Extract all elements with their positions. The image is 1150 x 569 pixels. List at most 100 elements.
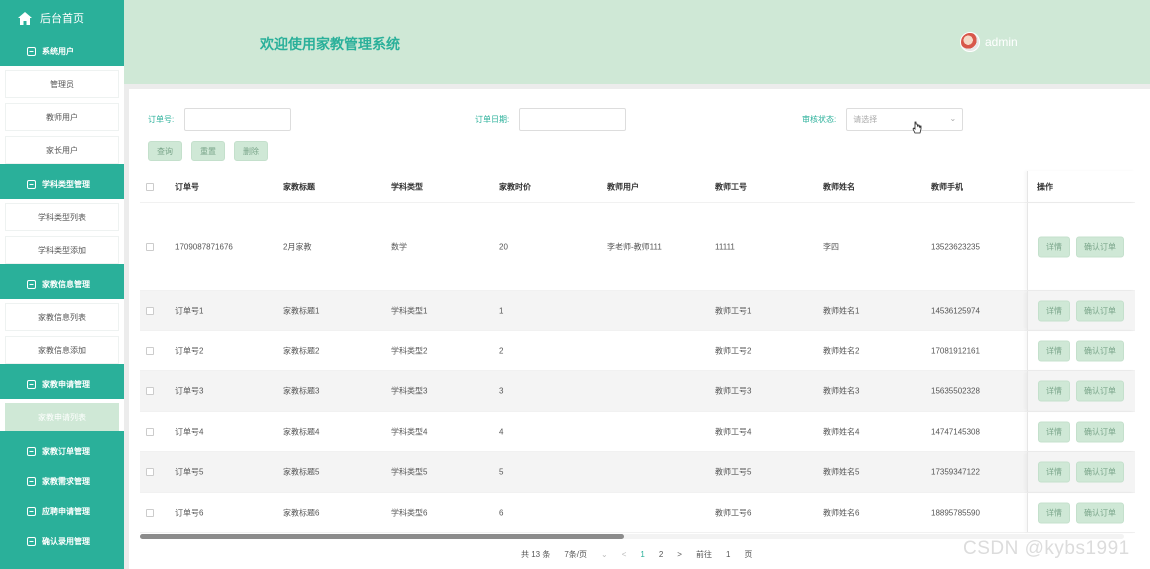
pager-total: 共 13 条	[521, 550, 551, 559]
sidebar-group-label: 系统用户	[42, 46, 74, 56]
prev-page-icon[interactable]: <	[622, 550, 627, 559]
table-cell: 订单号1	[175, 306, 204, 315]
table-cell: 17081912161	[931, 346, 980, 355]
table-row: 订单号5 家教标题5 学科类型5 5 教师工号5 教师姓名5 17359347122 详情 确认…	[140, 452, 1135, 493]
query-button[interactable]: 查询	[148, 141, 182, 161]
order-date-label: 订单日期:	[475, 114, 510, 124]
top-header: 欢迎使用家教管理系统 admin	[124, 0, 1150, 84]
detail-button[interactable]: 详情	[1038, 421, 1070, 442]
detail-button[interactable]: 详情	[1038, 236, 1070, 257]
goto-suffix: 页	[744, 550, 753, 559]
column-header: 教师用户	[607, 182, 639, 191]
column-header: 教师工号	[715, 182, 747, 191]
confirm-order-button[interactable]: 确认订单	[1076, 502, 1124, 523]
table-cell: 订单号5	[175, 467, 204, 477]
orders-table: 订单号 家教标题 学科类型 家教时价 教师用户 教师工号 教师姓名 教师手机 操作 1709087…	[140, 171, 1135, 533]
sidebar-group-1[interactable]: 学科类型管理	[0, 169, 124, 199]
chevron-down-icon: ⌄	[601, 550, 608, 559]
table-cell: 家教标题1	[283, 306, 320, 315]
detail-button[interactable]: 详情	[1038, 340, 1070, 361]
reset-button[interactable]: 重置	[191, 141, 225, 161]
table-cell: 数学	[391, 242, 407, 251]
table-row: 订单号4 家教标题4 学科类型4 4 教师工号4 教师姓名4 14747145308 详情 确认…	[140, 412, 1135, 452]
table-cell: 教师姓名6	[823, 508, 860, 517]
confirm-order-button[interactable]: 确认订单	[1076, 236, 1124, 257]
row-checkbox[interactable]	[146, 306, 154, 315]
page-size-select[interactable]: 7条/页 ⌄	[564, 549, 607, 560]
table-row: 订单号1 家教标题1 学科类型1 1 教师工号1 教师姓名1 14536125974 详情 确认…	[140, 291, 1135, 331]
sidebar-group-3[interactable]: 家教申请管理	[0, 369, 124, 399]
row-actions: 详情 确认订单	[1038, 461, 1130, 483]
table-cell: 5	[499, 467, 504, 477]
order-no-input[interactable]	[184, 107, 292, 131]
sidebar-item[interactable]: 家教信息添加	[5, 336, 119, 364]
status-placeholder: 请选择	[853, 114, 878, 124]
detail-button[interactable]: 详情	[1038, 380, 1070, 402]
sidebar-submenu: 学科类型列表 学科类型添加	[0, 199, 124, 264]
sidebar-menu: 系统用户 管理员 教师用户 家长用户 学科类型管理 学科类型列表 学科类型添加 家教信息管理家…	[0, 36, 124, 556]
edit-icon	[26, 379, 36, 389]
confirm-order-button[interactable]: 确认订单	[1076, 461, 1124, 483]
status-select[interactable]: 请选择 ⌄	[846, 107, 964, 131]
confirm-order-button[interactable]: 确认订单	[1076, 340, 1124, 361]
sidebar-group-label: 家教信息管理	[42, 279, 90, 289]
sidebar-home[interactable]: 后台首页	[0, 0, 124, 36]
row-checkbox[interactable]	[146, 346, 154, 355]
table-cell: 教师工号1	[715, 306, 752, 315]
row-checkbox[interactable]	[146, 508, 154, 517]
table-cell: 家教标题5	[283, 467, 320, 477]
order-no-label: 订单号:	[148, 114, 175, 124]
confirm-order-button[interactable]: 确认订单	[1076, 300, 1124, 321]
page-2[interactable]: 2	[659, 550, 663, 559]
row-checkbox[interactable]	[146, 242, 154, 251]
sidebar-submenu: 家教申请列表	[0, 399, 124, 431]
page-1[interactable]: 1	[640, 550, 644, 559]
sidebar-group-label: 家教申请管理	[42, 379, 90, 389]
table-row: 订单号3 家教标题3 学科类型3 3 教师工号3 教师姓名3 15635502328 详情 确认…	[140, 371, 1135, 412]
confirm-order-button[interactable]: 确认订单	[1076, 380, 1124, 402]
row-checkbox[interactable]	[146, 468, 154, 476]
table-cell: 教师工号4	[715, 427, 752, 436]
order-date-input[interactable]	[519, 107, 627, 131]
row-checkbox[interactable]	[146, 387, 154, 395]
document-icon	[26, 506, 36, 516]
document-icon	[26, 279, 36, 289]
table-cell: 学科类型5	[391, 467, 428, 477]
row-actions: 详情 确认订单	[1038, 340, 1130, 361]
table-cell: 6	[499, 508, 504, 517]
sidebar-item[interactable]: 家教申请列表	[5, 403, 119, 431]
row-checkbox[interactable]	[146, 427, 154, 436]
sidebar-group-5[interactable]: 家教需求管理	[0, 466, 124, 496]
scrollbar-thumb[interactable]	[140, 534, 624, 539]
table-row: 订单号6 家教标题6 学科类型6 6 教师工号6 教师姓名6 18895785590 详情 确认…	[140, 493, 1135, 533]
goto-input[interactable]: 1	[726, 550, 730, 559]
table-cell: 17359347122	[931, 467, 980, 477]
gear-icon	[26, 476, 36, 486]
sidebar-item[interactable]: 家长用户	[5, 136, 119, 164]
detail-button[interactable]: 详情	[1038, 502, 1070, 523]
table-cell: 11111	[715, 242, 735, 251]
sidebar-group-7[interactable]: 确认录用管理	[0, 526, 124, 556]
detail-button[interactable]: 详情	[1038, 300, 1070, 321]
detail-button[interactable]: 详情	[1038, 461, 1070, 483]
table-cell: 家教标题6	[283, 508, 320, 517]
next-page-icon[interactable]: >	[677, 550, 682, 559]
table-cell: 学科类型2	[391, 346, 428, 355]
sidebar-item[interactable]: 管理员	[5, 70, 119, 98]
user-menu[interactable]: admin	[960, 32, 1018, 52]
pointer-cursor-icon	[912, 121, 922, 134]
sidebar-group-2[interactable]: 家教信息管理	[0, 269, 124, 299]
sidebar-item[interactable]: 学科类型列表	[5, 203, 119, 231]
goto-label: 前往	[695, 550, 712, 559]
select-all-checkbox[interactable]	[146, 182, 154, 191]
sidebar-group-6[interactable]: 应聘申请管理	[0, 496, 124, 526]
sidebar-item[interactable]: 学科类型添加	[5, 236, 119, 264]
confirm-order-button[interactable]: 确认订单	[1076, 421, 1124, 442]
delete-button[interactable]: 删除	[234, 141, 268, 161]
home-icon	[18, 11, 32, 25]
sidebar-group-0[interactable]: 系统用户	[0, 36, 124, 66]
table-cell: 李四	[823, 242, 839, 251]
sidebar-item[interactable]: 教师用户	[5, 103, 119, 131]
sidebar-item[interactable]: 家教信息列表	[5, 303, 119, 331]
sidebar-group-4[interactable]: 家教订单管理	[0, 436, 124, 466]
